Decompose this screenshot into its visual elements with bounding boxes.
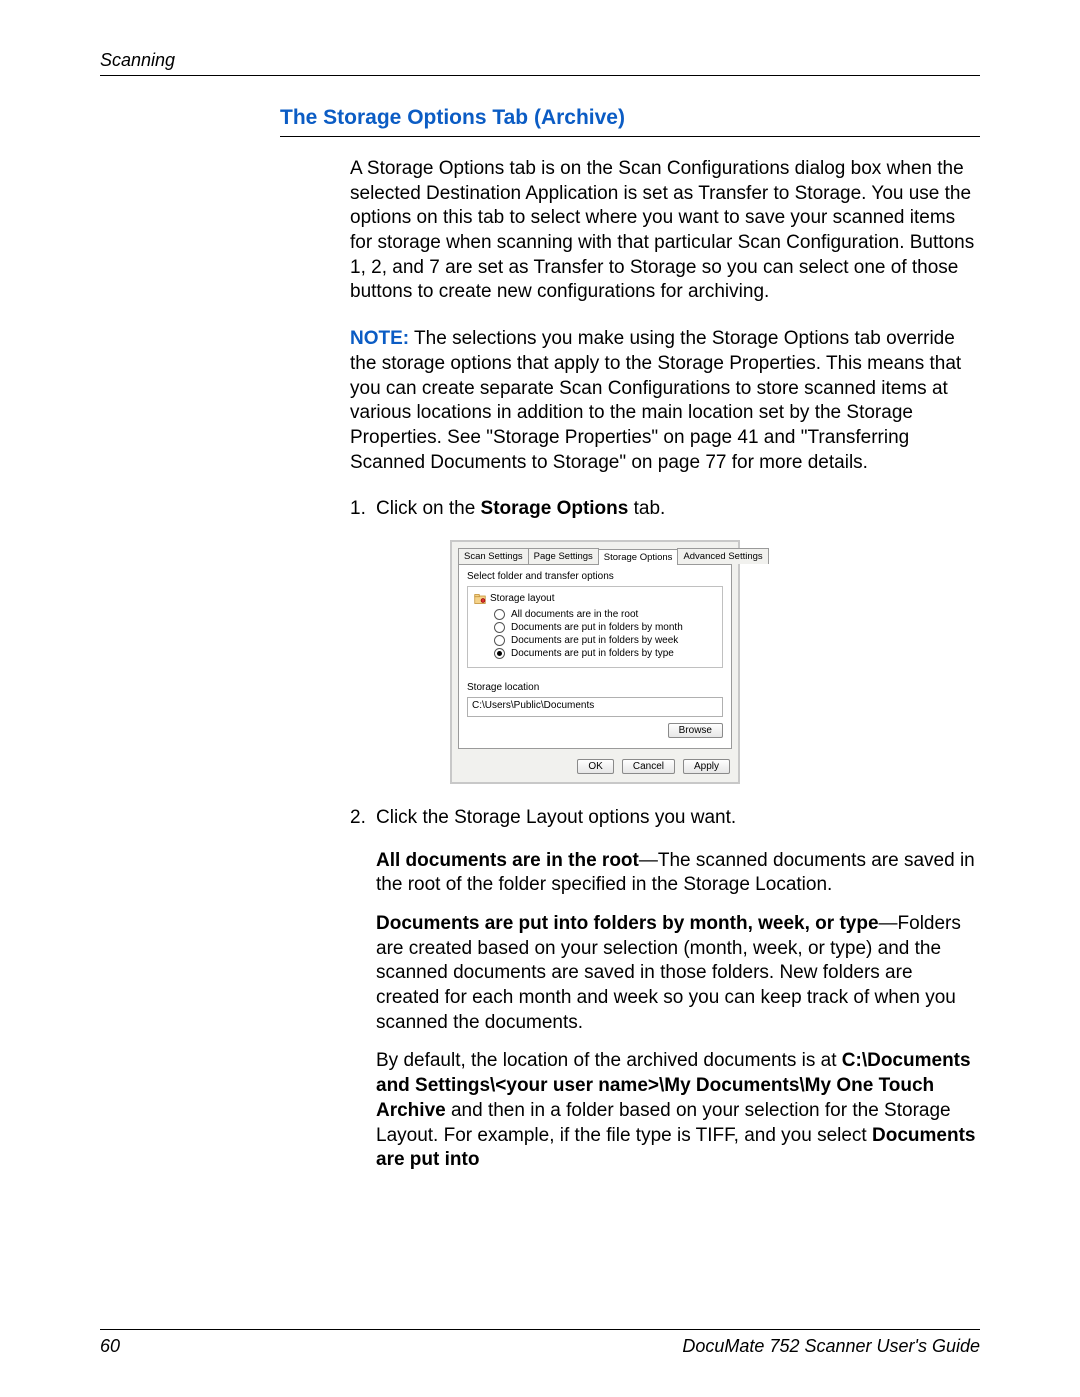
dialog-action-row: OK Cancel Apply	[452, 755, 738, 782]
step-2c: By default, the location of the archived…	[376, 1049, 980, 1172]
radio-month-label: Documents are put in folders by month	[511, 622, 683, 633]
radio-month[interactable]: Documents are put in folders by month	[494, 622, 716, 633]
dialog-figure: Scan Settings Page Settings Storage Opti…	[450, 540, 980, 784]
guide-title: DocuMate 752 Scanner User's Guide	[682, 1336, 980, 1357]
radio-icon	[494, 609, 505, 620]
storage-options-dialog: Scan Settings Page Settings Storage Opti…	[450, 540, 740, 784]
radio-icon	[494, 648, 505, 659]
section-heading: The Storage Options Tab (Archive)	[280, 106, 980, 137]
step-1: 1.Click on the Storage Options tab.	[350, 497, 980, 522]
step-2b-bold: Documents are put into folders by month,…	[376, 913, 879, 934]
storage-location-label: Storage location	[467, 682, 723, 693]
storage-location-input[interactable]: C:\Users\Public\Documents	[467, 697, 723, 717]
step-list-2: 2.Click the Storage Layout options you w…	[350, 806, 980, 1173]
note-paragraph: NOTE: The selections you make using the …	[350, 327, 980, 475]
running-header: Scanning	[100, 50, 980, 76]
radio-root[interactable]: All documents are in the root	[494, 609, 716, 620]
cancel-button[interactable]: Cancel	[622, 759, 675, 774]
note-label: NOTE:	[350, 328, 409, 349]
tab-page-settings[interactable]: Page Settings	[528, 548, 599, 564]
step-1-number: 1.	[350, 497, 376, 522]
radio-icon	[494, 635, 505, 646]
radio-week[interactable]: Documents are put in folders by week	[494, 635, 716, 646]
step-1-pre: Click on the	[376, 498, 481, 519]
page-footer: 60 DocuMate 752 Scanner User's Guide	[100, 1329, 980, 1357]
storage-layout-label: Storage layout	[490, 593, 555, 604]
radio-icon	[494, 622, 505, 633]
folder-icon	[474, 593, 486, 605]
step-2b: Documents are put into folders by month,…	[376, 912, 980, 1035]
step-2: 2.Click the Storage Layout options you w…	[350, 806, 980, 831]
apply-button[interactable]: Apply	[683, 759, 730, 774]
browse-button[interactable]: Browse	[668, 723, 723, 738]
ok-button[interactable]: OK	[577, 759, 613, 774]
fieldset: Storage layout All documents are in the …	[467, 586, 723, 668]
tabstrip: Scan Settings Page Settings Storage Opti…	[452, 542, 738, 564]
note-text: The selections you make using the Storag…	[350, 328, 961, 472]
step-list: 1.Click on the Storage Options tab.	[350, 497, 980, 522]
storage-layout-heading: Storage layout	[474, 593, 716, 605]
tab-scan-settings[interactable]: Scan Settings	[458, 548, 529, 564]
radio-root-label: All documents are in the root	[511, 609, 638, 620]
step-1-bold: Storage Options	[481, 498, 629, 519]
tabpanel: Select folder and transfer options Stora…	[458, 564, 732, 749]
radio-type[interactable]: Documents are put in folders by type	[494, 648, 716, 659]
step-1-post: tab.	[628, 498, 665, 519]
step-2c-pre: By default, the location of the archived…	[376, 1050, 842, 1071]
tab-storage-options[interactable]: Storage Options	[598, 549, 679, 565]
radio-type-label: Documents are put in folders by type	[511, 648, 674, 659]
fieldset-label: Select folder and transfer options	[467, 571, 723, 582]
intro-paragraph: A Storage Options tab is on the Scan Con…	[350, 157, 980, 305]
tab-advanced-settings[interactable]: Advanced Settings	[677, 548, 768, 564]
page: Scanning The Storage Options Tab (Archiv…	[0, 0, 1080, 1397]
step-2c-mid: and then in a folder based on your selec…	[376, 1100, 951, 1146]
step-2a-bold: All documents are in the root	[376, 850, 639, 871]
radio-week-label: Documents are put in folders by week	[511, 635, 678, 646]
step-2a: All documents are in the root—The scanne…	[376, 849, 980, 898]
step-2-text: Click the Storage Layout options you wan…	[376, 807, 736, 828]
step-2-number: 2.	[350, 806, 376, 831]
page-number: 60	[100, 1336, 120, 1357]
